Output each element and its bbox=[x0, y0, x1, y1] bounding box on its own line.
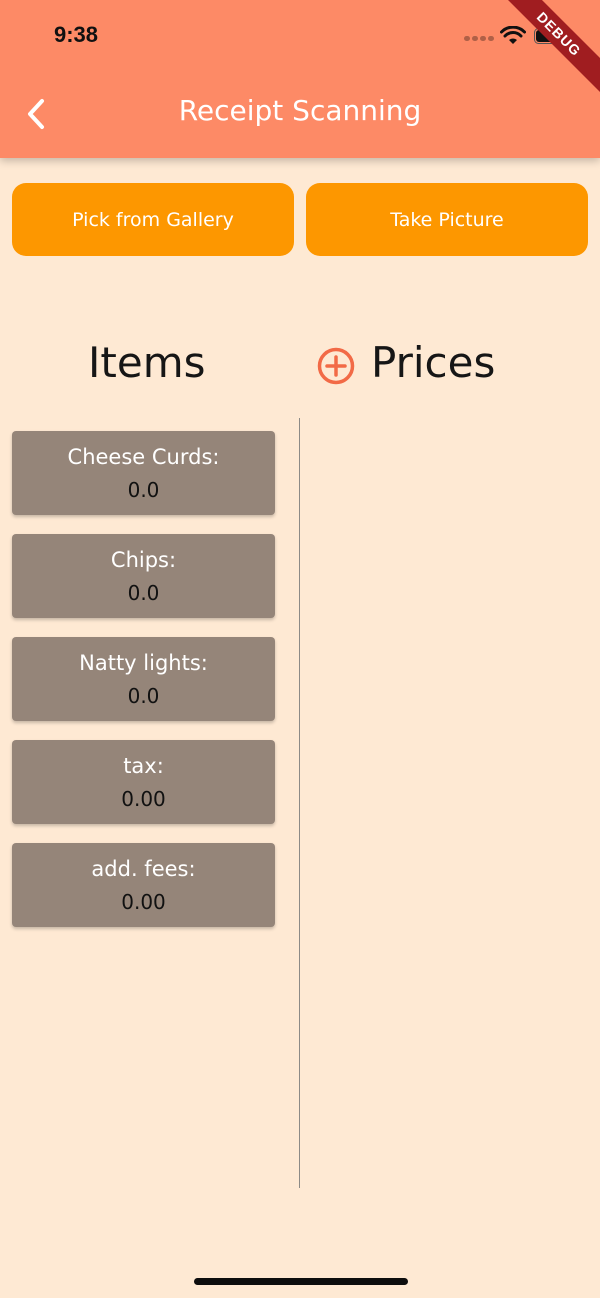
app-bar: 9:38 DEBUG Receipt Scanning bbox=[0, 0, 600, 158]
status-time: 9:38 bbox=[54, 22, 99, 47]
item-list: Cheese Curds: 0.0 Chips: 0.0 Natty light… bbox=[12, 431, 275, 946]
debug-banner-label: DEBUG bbox=[497, 0, 600, 96]
item-name: Chips: bbox=[110, 548, 177, 572]
item-price: 0.0 bbox=[127, 581, 160, 605]
item-card[interactable]: add. fees: 0.00 bbox=[12, 843, 275, 927]
items-heading: Items bbox=[88, 338, 206, 387]
page-title: Receipt Scanning bbox=[178, 94, 422, 127]
item-price: 0.0 bbox=[127, 478, 160, 502]
item-card[interactable]: tax: 0.00 bbox=[12, 740, 275, 824]
item-price: 0.00 bbox=[121, 787, 166, 811]
item-name: add. fees: bbox=[91, 857, 196, 881]
item-card[interactable]: Chips: 0.0 bbox=[12, 534, 275, 618]
app-screen: 9:38 DEBUG Receipt Scanning Pick from Ga… bbox=[0, 0, 600, 1298]
home-indicator[interactable] bbox=[194, 1278, 408, 1285]
item-price: 0.0 bbox=[127, 684, 160, 708]
item-price: 0.00 bbox=[121, 890, 166, 914]
item-name: Cheese Curds: bbox=[67, 445, 220, 469]
column-divider bbox=[299, 418, 300, 1188]
item-card[interactable]: Cheese Curds: 0.0 bbox=[12, 431, 275, 515]
plus-circle-icon[interactable] bbox=[316, 346, 356, 386]
item-card[interactable]: Natty lights: 0.0 bbox=[12, 637, 275, 721]
take-picture-button[interactable]: Take Picture bbox=[306, 183, 588, 256]
pick-from-gallery-button[interactable]: Pick from Gallery bbox=[12, 183, 294, 256]
item-name: Natty lights: bbox=[79, 651, 208, 675]
prices-heading: Prices bbox=[371, 338, 496, 387]
item-name: tax: bbox=[123, 754, 164, 778]
